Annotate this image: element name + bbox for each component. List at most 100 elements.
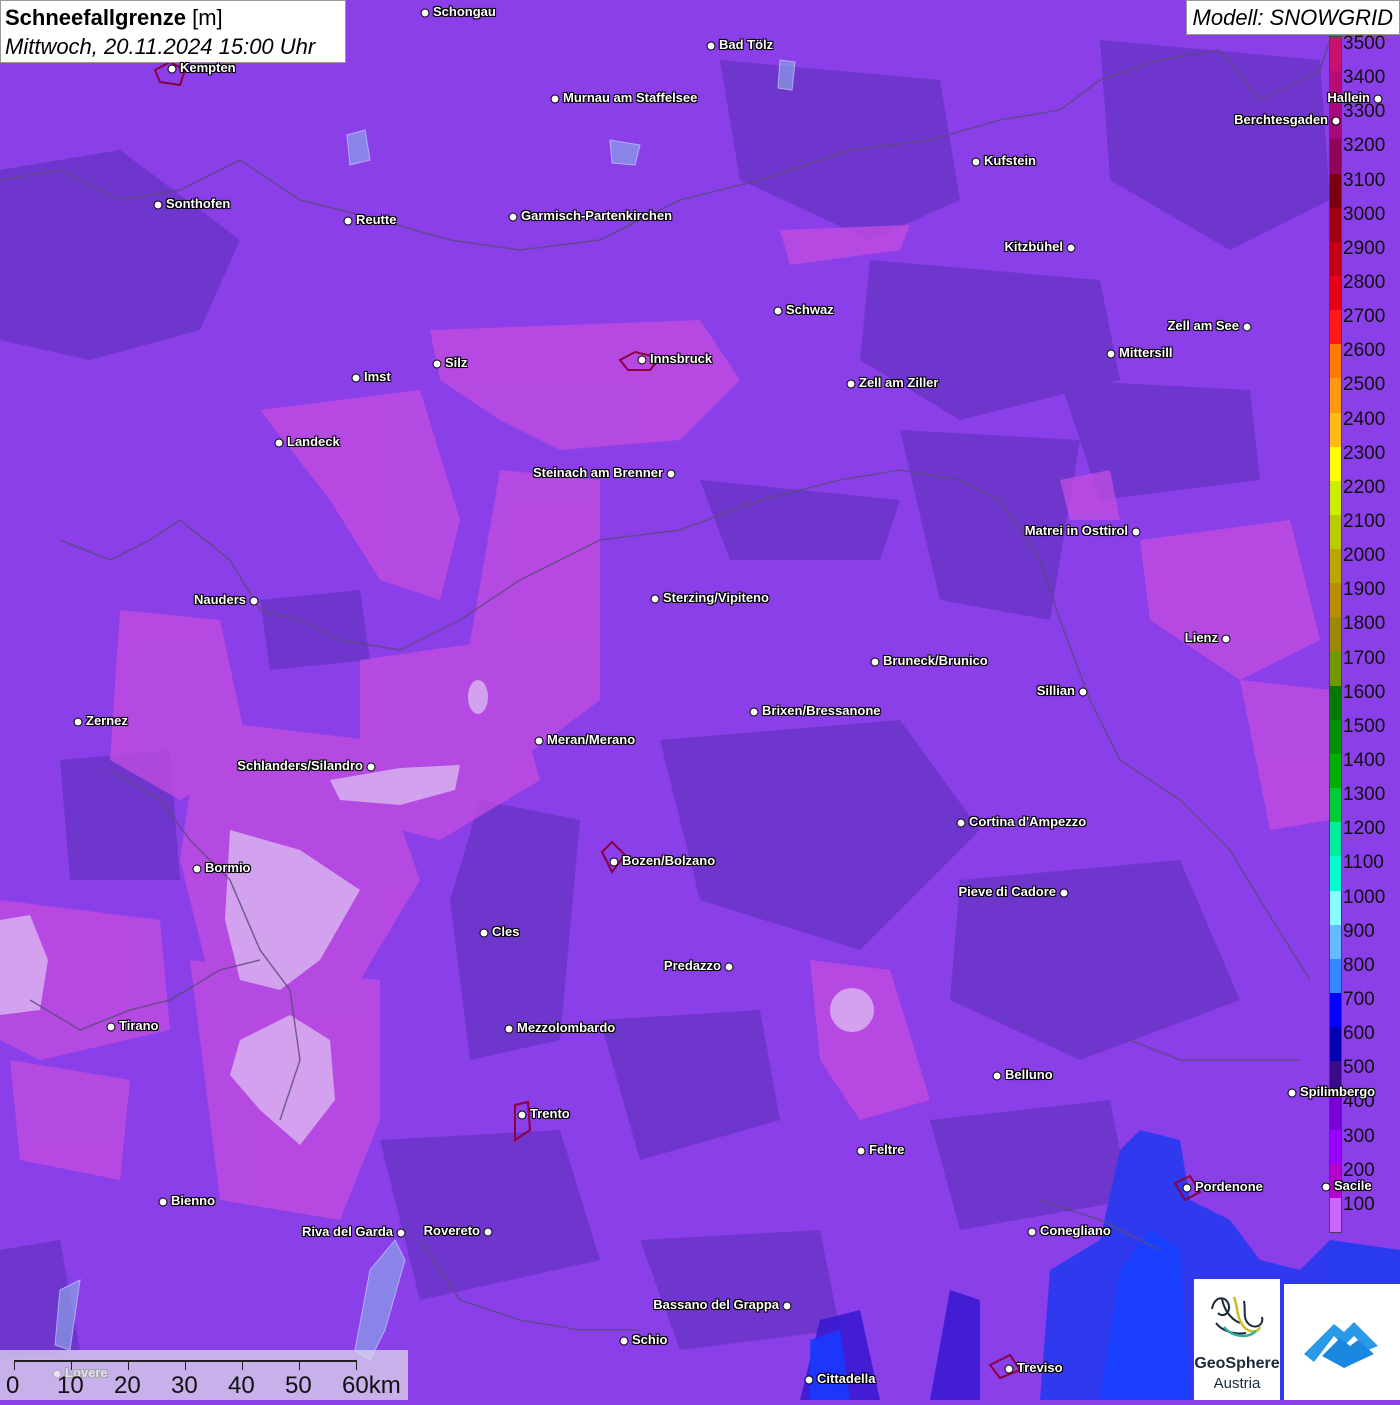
city-marker bbox=[192, 864, 202, 874]
map-title: Schneefallgrenze [m] bbox=[5, 3, 341, 32]
legend-label: 3400 bbox=[1343, 67, 1386, 89]
city-marker bbox=[517, 1110, 527, 1120]
legend-swatch bbox=[1330, 241, 1341, 277]
city-marker bbox=[1373, 94, 1383, 104]
city-marker bbox=[274, 438, 284, 448]
city-label: Pieve di Cadore bbox=[958, 884, 1056, 899]
city-label: Tirano bbox=[119, 1018, 159, 1033]
legend-swatch bbox=[1330, 446, 1341, 482]
legend-label: 2400 bbox=[1343, 408, 1386, 430]
legend-swatch bbox=[1330, 310, 1341, 345]
legend-swatch bbox=[1330, 993, 1341, 1028]
legend-swatch bbox=[1330, 822, 1341, 857]
city-marker bbox=[504, 1024, 514, 1034]
scale-label: 60km bbox=[342, 1372, 401, 1399]
legend-swatch bbox=[1330, 651, 1341, 687]
legend-label: 1200 bbox=[1343, 818, 1386, 840]
legend-label: 3200 bbox=[1343, 135, 1386, 157]
city-label: Cles bbox=[492, 924, 520, 939]
city-label: Sterzing/Vipiteno bbox=[663, 590, 769, 605]
city-label: Kempten bbox=[180, 60, 236, 75]
city-marker bbox=[73, 717, 83, 727]
city-marker bbox=[508, 212, 518, 222]
geosphere-mark-icon bbox=[1211, 1296, 1264, 1338]
legend-swatch bbox=[1330, 139, 1341, 175]
city-marker bbox=[870, 657, 880, 667]
city-label: Reutte bbox=[356, 212, 397, 227]
city-marker bbox=[992, 1071, 1002, 1081]
legend-label: 1700 bbox=[1343, 647, 1386, 669]
city-label: Treviso bbox=[1017, 1360, 1063, 1375]
city-marker bbox=[637, 355, 647, 365]
city-label: Garmisch-Partenkirchen bbox=[521, 208, 673, 223]
legend-swatch bbox=[1330, 1095, 1341, 1131]
scale-tick bbox=[14, 1360, 15, 1370]
geosphere-logo-text: GeoSphere bbox=[1194, 1355, 1280, 1372]
scale-tick bbox=[356, 1360, 357, 1370]
legend-label: 1800 bbox=[1343, 613, 1386, 635]
legend-swatch bbox=[1330, 378, 1341, 414]
legend-label: 2800 bbox=[1343, 272, 1386, 293]
city-marker bbox=[1221, 634, 1231, 644]
scale-label: 10 bbox=[57, 1372, 84, 1399]
city-label: Sillian bbox=[1036, 683, 1075, 698]
city-label: Sonthofen bbox=[166, 196, 231, 211]
legend-swatch bbox=[1330, 924, 1341, 960]
city-label: Silz bbox=[445, 355, 468, 370]
legend-swatch bbox=[1330, 276, 1341, 311]
legend-swatch bbox=[1330, 1197, 1341, 1233]
scale-label: 0 bbox=[6, 1372, 20, 1399]
map-title-box: Schneefallgrenze [m] Mittwoch, 20.11.202… bbox=[0, 0, 346, 63]
scale-bar: 0 10 20 30 40 50 60km bbox=[0, 1350, 408, 1400]
legend-label: 1000 bbox=[1343, 886, 1386, 908]
scale-label: 20 bbox=[114, 1372, 141, 1399]
city-label: Sacile bbox=[1334, 1178, 1372, 1193]
city-label: Steinach am Brenner bbox=[532, 465, 663, 480]
city-marker bbox=[396, 1228, 406, 1238]
legend-swatch bbox=[1330, 856, 1341, 892]
city-label: Predazzo bbox=[663, 958, 721, 973]
city-marker bbox=[534, 736, 544, 746]
legend-label: 2300 bbox=[1343, 442, 1386, 464]
city-marker bbox=[158, 1197, 168, 1207]
legend-label: 1100 bbox=[1343, 852, 1384, 874]
legend-swatch bbox=[1330, 515, 1341, 550]
city-label: Cittadella bbox=[817, 1371, 876, 1386]
forecast-datetime: Mittwoch, 20.11.2024 15:00 Uhr bbox=[5, 34, 316, 59]
city-marker bbox=[479, 928, 489, 938]
city-marker bbox=[846, 379, 856, 389]
legend-label: 2700 bbox=[1343, 306, 1386, 328]
legend-label: 900 bbox=[1343, 920, 1375, 942]
legend-swatch bbox=[1330, 412, 1341, 448]
city-label: Bienno bbox=[171, 1193, 216, 1208]
city-label: Meran/Merano bbox=[547, 732, 636, 747]
city-label: Spilimbergo bbox=[1300, 1084, 1376, 1099]
city-marker bbox=[420, 8, 430, 18]
city-label: Zernez bbox=[86, 713, 128, 728]
city-marker bbox=[1078, 687, 1088, 697]
snow-mountain-logo bbox=[1284, 1284, 1400, 1400]
city-label: Berchtesgaden bbox=[1234, 112, 1328, 127]
color-legend: 3500 3400 3300 3200 3100 3000 2900 2800 2700 2600… bbox=[1329, 34, 1400, 1233]
legend-swatch bbox=[1330, 207, 1341, 243]
legend-label: 2100 bbox=[1343, 511, 1386, 532]
city-marker bbox=[782, 1301, 792, 1311]
city-marker bbox=[432, 359, 442, 369]
city-marker bbox=[1242, 322, 1252, 332]
city-marker bbox=[956, 818, 966, 828]
city-label: Kufstein bbox=[984, 153, 1036, 168]
legend-label: 3100 bbox=[1343, 169, 1386, 191]
city-label: Innsbruck bbox=[650, 351, 713, 366]
legend-swatch bbox=[1330, 788, 1341, 823]
city-label: Belluno bbox=[1005, 1067, 1053, 1082]
city-marker bbox=[1059, 888, 1069, 898]
legend-label: 2000 bbox=[1343, 545, 1386, 567]
city-label: Conegliano bbox=[1040, 1223, 1111, 1238]
city-marker bbox=[1182, 1183, 1192, 1193]
legend-label: 3300 bbox=[1343, 101, 1386, 123]
city-marker bbox=[106, 1022, 116, 1032]
legend-swatch bbox=[1330, 719, 1341, 755]
legend-swatch bbox=[1330, 583, 1341, 618]
city-marker bbox=[351, 373, 361, 383]
model-label: Modell: SNOWGRID bbox=[1185, 0, 1400, 35]
